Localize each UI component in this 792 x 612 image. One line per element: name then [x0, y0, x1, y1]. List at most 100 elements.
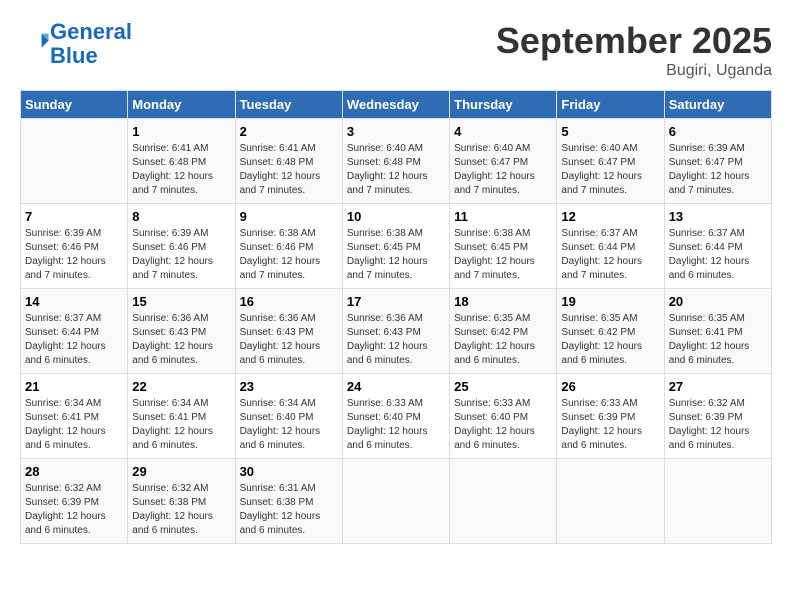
calendar-cell — [342, 459, 449, 544]
calendar-cell: 23 Sunrise: 6:34 AMSunset: 6:40 PMDaylig… — [235, 374, 342, 459]
header-row: Sunday Monday Tuesday Wednesday Thursday… — [21, 91, 772, 119]
calendar-cell — [664, 459, 771, 544]
day-number: 20 — [669, 294, 767, 309]
day-info: Sunrise: 6:33 AMSunset: 6:40 PMDaylight:… — [347, 398, 428, 451]
day-info: Sunrise: 6:34 AMSunset: 6:40 PMDaylight:… — [240, 398, 321, 451]
day-number: 4 — [454, 124, 552, 139]
day-number: 23 — [240, 379, 338, 394]
calendar-cell: 22 Sunrise: 6:34 AMSunset: 6:41 PMDaylig… — [128, 374, 235, 459]
day-info: Sunrise: 6:41 AMSunset: 6:48 PMDaylight:… — [132, 143, 213, 196]
day-number: 15 — [132, 294, 230, 309]
col-friday: Friday — [557, 91, 664, 119]
day-info: Sunrise: 6:38 AMSunset: 6:45 PMDaylight:… — [454, 228, 535, 281]
calendar-cell: 13 Sunrise: 6:37 AMSunset: 6:44 PMDaylig… — [664, 204, 771, 289]
calendar-cell: 30 Sunrise: 6:31 AMSunset: 6:38 PMDaylig… — [235, 459, 342, 544]
calendar-cell: 28 Sunrise: 6:32 AMSunset: 6:39 PMDaylig… — [21, 459, 128, 544]
day-number: 10 — [347, 209, 445, 224]
day-info: Sunrise: 6:40 AMSunset: 6:48 PMDaylight:… — [347, 143, 428, 196]
day-info: Sunrise: 6:36 AMSunset: 6:43 PMDaylight:… — [240, 313, 321, 366]
calendar-cell: 9 Sunrise: 6:38 AMSunset: 6:46 PMDayligh… — [235, 204, 342, 289]
day-number: 22 — [132, 379, 230, 394]
day-info: Sunrise: 6:35 AMSunset: 6:41 PMDaylight:… — [669, 313, 750, 366]
calendar-cell: 15 Sunrise: 6:36 AMSunset: 6:43 PMDaylig… — [128, 289, 235, 374]
day-number: 28 — [25, 464, 123, 479]
calendar-cell: 21 Sunrise: 6:34 AMSunset: 6:41 PMDaylig… — [21, 374, 128, 459]
day-number: 1 — [132, 124, 230, 139]
day-info: Sunrise: 6:33 AMSunset: 6:39 PMDaylight:… — [561, 398, 642, 451]
day-number: 17 — [347, 294, 445, 309]
calendar-cell: 18 Sunrise: 6:35 AMSunset: 6:42 PMDaylig… — [450, 289, 557, 374]
calendar-cell: 12 Sunrise: 6:37 AMSunset: 6:44 PMDaylig… — [557, 204, 664, 289]
day-number: 3 — [347, 124, 445, 139]
day-info: Sunrise: 6:37 AMSunset: 6:44 PMDaylight:… — [561, 228, 642, 281]
calendar-cell: 11 Sunrise: 6:38 AMSunset: 6:45 PMDaylig… — [450, 204, 557, 289]
day-info: Sunrise: 6:32 AMSunset: 6:39 PMDaylight:… — [25, 483, 106, 536]
day-number: 26 — [561, 379, 659, 394]
day-info: Sunrise: 6:39 AMSunset: 6:46 PMDaylight:… — [25, 228, 106, 281]
calendar-cell: 16 Sunrise: 6:36 AMSunset: 6:43 PMDaylig… — [235, 289, 342, 374]
day-number: 5 — [561, 124, 659, 139]
page-header: General Blue September 2025 Bugiri, Ugan… — [20, 20, 772, 80]
day-info: Sunrise: 6:36 AMSunset: 6:43 PMDaylight:… — [132, 313, 213, 366]
day-number: 21 — [25, 379, 123, 394]
calendar-cell: 17 Sunrise: 6:36 AMSunset: 6:43 PMDaylig… — [342, 289, 449, 374]
col-monday: Monday — [128, 91, 235, 119]
calendar-cell: 27 Sunrise: 6:32 AMSunset: 6:39 PMDaylig… — [664, 374, 771, 459]
calendar-cell: 1 Sunrise: 6:41 AMSunset: 6:48 PMDayligh… — [128, 119, 235, 204]
location-subtitle: Bugiri, Uganda — [496, 62, 772, 80]
day-info: Sunrise: 6:34 AMSunset: 6:41 PMDaylight:… — [25, 398, 106, 451]
logo-line1: General — [50, 19, 132, 44]
day-info: Sunrise: 6:37 AMSunset: 6:44 PMDaylight:… — [669, 228, 750, 281]
logo-text: General Blue — [50, 20, 132, 68]
day-info: Sunrise: 6:36 AMSunset: 6:43 PMDaylight:… — [347, 313, 428, 366]
calendar-cell: 2 Sunrise: 6:41 AMSunset: 6:48 PMDayligh… — [235, 119, 342, 204]
calendar-cell — [557, 459, 664, 544]
col-tuesday: Tuesday — [235, 91, 342, 119]
calendar-cell: 14 Sunrise: 6:37 AMSunset: 6:44 PMDaylig… — [21, 289, 128, 374]
calendar-week-row: 21 Sunrise: 6:34 AMSunset: 6:41 PMDaylig… — [21, 374, 772, 459]
calendar-cell — [21, 119, 128, 204]
day-number: 19 — [561, 294, 659, 309]
day-number: 2 — [240, 124, 338, 139]
calendar-cell: 7 Sunrise: 6:39 AMSunset: 6:46 PMDayligh… — [21, 204, 128, 289]
calendar-cell: 20 Sunrise: 6:35 AMSunset: 6:41 PMDaylig… — [664, 289, 771, 374]
day-info: Sunrise: 6:38 AMSunset: 6:46 PMDaylight:… — [240, 228, 321, 281]
day-info: Sunrise: 6:39 AMSunset: 6:46 PMDaylight:… — [132, 228, 213, 281]
day-number: 25 — [454, 379, 552, 394]
day-number: 13 — [669, 209, 767, 224]
day-info: Sunrise: 6:41 AMSunset: 6:48 PMDaylight:… — [240, 143, 321, 196]
day-number: 27 — [669, 379, 767, 394]
day-info: Sunrise: 6:35 AMSunset: 6:42 PMDaylight:… — [454, 313, 535, 366]
day-info: Sunrise: 6:37 AMSunset: 6:44 PMDaylight:… — [25, 313, 106, 366]
day-number: 6 — [669, 124, 767, 139]
day-number: 8 — [132, 209, 230, 224]
col-wednesday: Wednesday — [342, 91, 449, 119]
day-info: Sunrise: 6:32 AMSunset: 6:38 PMDaylight:… — [132, 483, 213, 536]
day-info: Sunrise: 6:34 AMSunset: 6:41 PMDaylight:… — [132, 398, 213, 451]
calendar-week-row: 28 Sunrise: 6:32 AMSunset: 6:39 PMDaylig… — [21, 459, 772, 544]
calendar-week-row: 14 Sunrise: 6:37 AMSunset: 6:44 PMDaylig… — [21, 289, 772, 374]
col-sunday: Sunday — [21, 91, 128, 119]
day-info: Sunrise: 6:33 AMSunset: 6:40 PMDaylight:… — [454, 398, 535, 451]
day-info: Sunrise: 6:39 AMSunset: 6:47 PMDaylight:… — [669, 143, 750, 196]
calendar-cell: 19 Sunrise: 6:35 AMSunset: 6:42 PMDaylig… — [557, 289, 664, 374]
day-number: 30 — [240, 464, 338, 479]
calendar-table: Sunday Monday Tuesday Wednesday Thursday… — [20, 90, 772, 544]
day-info: Sunrise: 6:40 AMSunset: 6:47 PMDaylight:… — [561, 143, 642, 196]
calendar-cell: 3 Sunrise: 6:40 AMSunset: 6:48 PMDayligh… — [342, 119, 449, 204]
day-info: Sunrise: 6:31 AMSunset: 6:38 PMDaylight:… — [240, 483, 321, 536]
calendar-cell: 24 Sunrise: 6:33 AMSunset: 6:40 PMDaylig… — [342, 374, 449, 459]
day-number: 12 — [561, 209, 659, 224]
day-info: Sunrise: 6:40 AMSunset: 6:47 PMDaylight:… — [454, 143, 535, 196]
col-thursday: Thursday — [450, 91, 557, 119]
logo-icon — [22, 28, 50, 56]
day-info: Sunrise: 6:32 AMSunset: 6:39 PMDaylight:… — [669, 398, 750, 451]
calendar-cell: 4 Sunrise: 6:40 AMSunset: 6:47 PMDayligh… — [450, 119, 557, 204]
day-info: Sunrise: 6:35 AMSunset: 6:42 PMDaylight:… — [561, 313, 642, 366]
month-title: September 2025 — [496, 20, 772, 62]
day-number: 9 — [240, 209, 338, 224]
day-number: 18 — [454, 294, 552, 309]
logo-line2: Blue — [50, 43, 98, 68]
day-number: 7 — [25, 209, 123, 224]
col-saturday: Saturday — [664, 91, 771, 119]
